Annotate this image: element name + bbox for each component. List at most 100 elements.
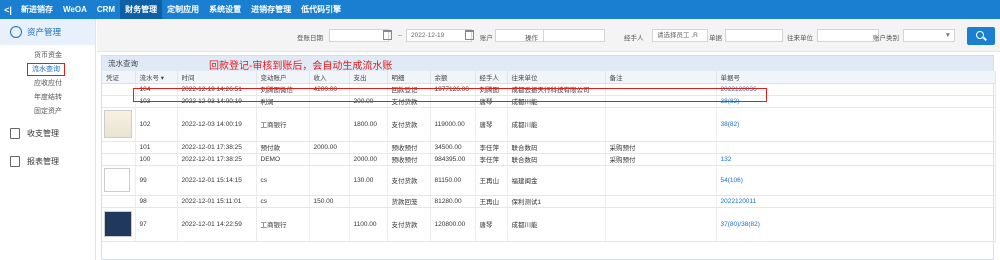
cell-no: 101 — [135, 141, 178, 154]
cell-income: 150.00 — [309, 195, 350, 208]
nav-item-inventory[interactable]: 进销存管理 — [246, 0, 296, 19]
cell-handler: 李任萍 — [475, 141, 508, 154]
cell-balance: 81150.00 — [430, 165, 476, 196]
nav-item-crm[interactable]: CRM — [92, 0, 120, 19]
table-row[interactable]: 98 2022-12-01 15:11:01 cs 150.00 货款回笼 81280.0… — [102, 195, 996, 208]
cell-partner: 联合数码 — [507, 153, 606, 166]
voucher-thumbnail[interactable] — [104, 211, 132, 237]
cell-partner: 成都川能 — [507, 207, 606, 242]
cell-detail: 支付货款 — [387, 107, 431, 142]
table-row[interactable]: 100 2022-12-01 17:38:25 DEMO 2000.00 预收预付 984… — [102, 153, 996, 166]
nav-item-settings[interactable]: 系统设置 — [204, 0, 246, 19]
date-separator: -- — [398, 32, 403, 39]
date-label: 登账日期 — [297, 35, 323, 42]
cell-partner: 保利测试1 — [507, 195, 606, 208]
doc-label: 单据 — [709, 35, 722, 42]
op-input[interactable] — [543, 29, 605, 42]
column-header: 经手人 — [475, 71, 508, 84]
cell-detail: 支付货款 — [387, 165, 431, 196]
voucher-cell — [102, 141, 136, 154]
nav-item-weoa[interactable]: WeOA — [58, 0, 92, 19]
doc-input[interactable] — [725, 29, 783, 42]
cell-income: 2000.00 — [309, 141, 350, 154]
cell-doc[interactable] — [716, 141, 996, 154]
sidebar-group-income-expense[interactable]: 收支管理 — [0, 119, 95, 147]
cell-remark — [605, 195, 717, 208]
column-header: 变动账户 — [256, 71, 310, 84]
voucher-cell[interactable] — [102, 207, 136, 242]
cell-partner: 联合数码 — [507, 141, 606, 154]
date-start-input[interactable] — [329, 29, 389, 42]
cell-no: 100 — [135, 153, 178, 166]
sidebar-section-assets[interactable]: 资产管理 — [0, 19, 95, 45]
sidebar-item-receivable[interactable]: 应收应付 — [0, 77, 95, 91]
calendar-icon[interactable] — [465, 30, 474, 40]
cell-time: 2022-12-01 17:38:25 — [177, 141, 257, 154]
voucher-cell[interactable] — [102, 107, 136, 142]
table-row[interactable]: 101 2022-12-01 17:38:25 预付款 2000.00 预收预付 3450… — [102, 141, 996, 154]
report-icon — [10, 155, 20, 167]
flow-query-panel: 流水查询 回款登记-审核到账后，会自动生成流水账 凭证 流水号 ▾ 时间 变动账户 收入… — [101, 55, 996, 260]
sidebar-item-label: 应收应付 — [34, 80, 62, 87]
sidebar-item-fixed-assets[interactable]: 固定资产 — [0, 105, 95, 119]
cell-account: 工商银行 — [256, 107, 310, 142]
nav-item-finance[interactable]: 财务管理 — [120, 0, 163, 19]
voucher-cell — [102, 83, 136, 96]
cell-account: 工商银行 — [256, 207, 310, 242]
cell-remark — [605, 107, 717, 142]
sidebar-item-label: 货币资金 — [34, 52, 62, 59]
cell-doc[interactable]: 54(106) — [716, 165, 996, 196]
column-header: 凭证 — [102, 71, 136, 84]
cell-handler: 李任萍 — [475, 153, 508, 166]
search-button[interactable] — [967, 27, 995, 45]
cell-doc[interactable]: 38(82) — [716, 107, 996, 142]
cell-no: 102 — [135, 107, 178, 142]
cell-time: 2022-12-01 17:38:25 — [177, 153, 257, 166]
voucher-cell[interactable] — [102, 165, 136, 196]
nav-item-custom-apps[interactable]: 定制应用 — [162, 0, 204, 19]
column-header[interactable]: 流水号 ▾ — [135, 71, 178, 84]
cell-account: 预付款 — [256, 141, 310, 154]
partner-input[interactable] — [817, 29, 879, 42]
op-label: 操作 — [525, 35, 538, 42]
sidebar-item-label: 流水查询 — [27, 63, 65, 76]
sidebar-group-label: 收支管理 — [27, 128, 59, 138]
nav-item-jxc[interactable]: 新进销存 — [16, 0, 58, 19]
handler-input[interactable]: 请选择员工 ,R — [652, 29, 708, 42]
acct-type-label: 账户类别 — [873, 35, 899, 42]
cell-account: cs — [256, 165, 310, 196]
nav-item-lowcode[interactable]: 低代码引擎 — [296, 0, 346, 19]
date-end-input[interactable]: 2022-12-19 — [406, 29, 472, 42]
cell-partner: 福建闽金 — [507, 165, 606, 196]
cell-doc[interactable]: 2022120011 — [716, 195, 996, 208]
user-icon — [10, 26, 22, 38]
partner-label: 往来单位 — [787, 35, 813, 42]
calendar-icon[interactable] — [383, 30, 392, 40]
back-icon[interactable]: <| — [0, 5, 16, 15]
cell-doc[interactable]: 132 — [716, 153, 996, 166]
cell-balance: 120800.00 — [430, 207, 476, 242]
table-row[interactable]: 99 2022-12-01 15:14:15 cs 130.00 支付货款 81150.0… — [102, 165, 996, 196]
cell-balance: 119000.00 — [430, 107, 476, 142]
sidebar-item-year-end[interactable]: 年度结转 — [0, 91, 95, 105]
cell-account: cs — [256, 195, 310, 208]
cell-detail: 预收预付 — [387, 153, 431, 166]
cell-income — [309, 207, 350, 242]
search-icon — [976, 31, 984, 39]
sidebar-item-cash[interactable]: 货币资金 — [0, 49, 95, 63]
sidebar-group-reports[interactable]: 报表管理 — [0, 147, 95, 175]
voucher-thumbnail[interactable] — [104, 110, 132, 138]
cell-doc[interactable]: 37(80)/38(82) — [716, 207, 996, 242]
cell-expense: 1100.00 — [349, 207, 388, 242]
sidebar-item-flow-query[interactable]: 流水查询 — [0, 63, 95, 77]
column-header: 单据号 — [716, 71, 996, 84]
table-row[interactable]: 97 2022-12-01 14:22:59 工商银行 1100.00 支付货款 1208… — [102, 207, 996, 242]
acct-type-select[interactable]: ▼ — [903, 29, 955, 42]
broken-image-icon[interactable] — [104, 168, 130, 192]
table-row[interactable]: 102 2022-12-03 14:00:19 工商银行 1800.00 支付货款 119… — [102, 107, 996, 142]
cell-handler: 唐琴 — [475, 207, 508, 242]
column-header: 收入 — [309, 71, 350, 84]
filter-bar: 登账日期 -- 2022-12-19 账户 操作 经手人 请选择员工 ,R 单据… — [97, 19, 1000, 52]
cell-time: 2022-12-01 15:14:15 — [177, 165, 257, 196]
panel-title: 流水查询 — [108, 59, 138, 68]
